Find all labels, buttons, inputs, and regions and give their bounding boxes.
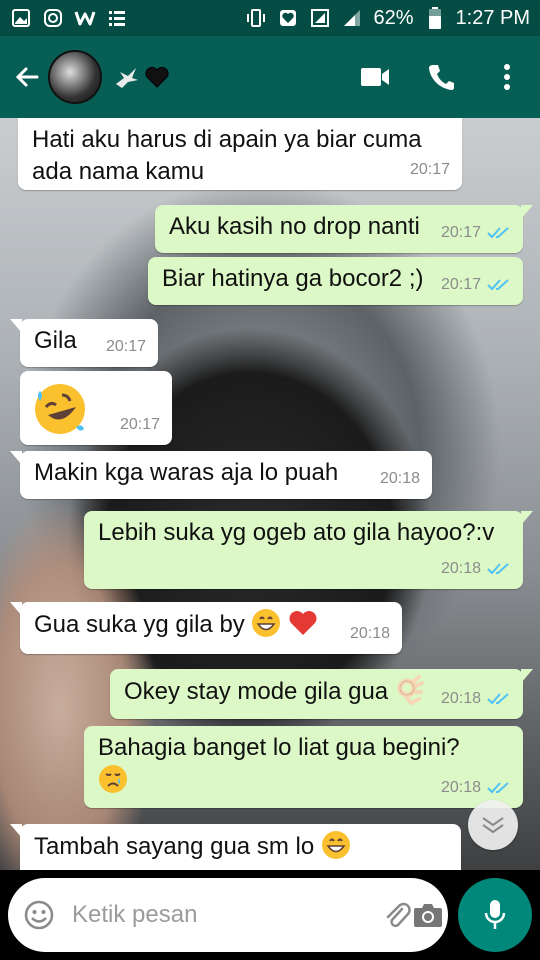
list-icon [106,7,128,29]
heart-shield-icon [277,7,299,29]
double-check-icon [487,563,509,575]
double-check-icon [487,693,509,705]
message-text: Hati aku harus di apain ya biar cuma ada… [32,126,422,185]
voice-call-button[interactable] [408,47,474,107]
image-notification-icon [10,7,32,29]
message-outgoing[interactable]: Okey stay mode gila gua 20:18 [110,669,533,719]
message-incoming[interactable]: Tambah sayang gua sm lo [10,824,461,870]
phone-icon [429,65,454,90]
double-chevron-down-icon [482,817,504,834]
message-outgoing[interactable]: Aku kasih no drop nanti 20:17 [155,205,533,253]
instagram-icon [42,7,64,29]
video-call-button[interactable] [342,47,408,107]
status-bar: 62% 1:27 PM [0,0,540,36]
battery-icon [424,7,446,29]
message-time: 20:18 [440,560,481,577]
scroll-to-bottom-button[interactable] [468,800,518,850]
message-text: Okey stay mode gila gua [124,678,389,705]
more-options-button[interactable] [474,47,540,107]
voice-message-button[interactable] [458,878,532,952]
message-text: Gila [34,327,77,354]
message-input-container [8,878,448,952]
message-composer [0,870,540,960]
grinning-face-emoji [252,609,281,637]
message-time: 20:18 [440,690,481,707]
double-check-icon [487,279,509,291]
camera-icon [414,904,442,927]
message-time: 20:17 [409,161,450,178]
message-time: 20:18 [349,625,390,642]
grinning-face-emoji [321,831,350,859]
message-text: Biar hatinya ga bocor2 ;) [162,265,424,292]
message-time: 20:18 [440,779,481,796]
avatar[interactable] [48,50,102,104]
attach-button[interactable] [382,893,412,937]
message-time: 20:17 [440,224,481,241]
ok-hand-emoji [397,675,424,705]
camera-button[interactable] [412,893,444,937]
message-time: 20:17 [105,338,146,355]
crying-face-emoji [99,765,127,793]
signal-box-icon [309,7,331,29]
bird-icon [114,64,140,90]
rolling-on-floor-laughing-emoji [35,384,85,434]
message-text: Makin kga waras aja lo puah [34,459,339,486]
message-input[interactable] [72,901,382,929]
message-text: Lebih suka yg ogeb ato gila hayoo?:v [98,519,495,546]
microphone-icon [484,900,506,929]
message-incoming[interactable]: Makin kga waras aja lo puah 20:18 [10,451,432,499]
cell-signal-icon [341,7,363,29]
chat-header [0,36,540,118]
battery-percent: 62% [373,6,414,29]
message-incoming[interactable]: Gua suka yg gila by 20:18 [10,602,402,654]
red-heart-emoji [289,611,317,635]
message-time: 20:17 [440,276,481,293]
message-time: 20:17 [119,416,160,433]
message-incoming[interactable]: 20:17 [20,371,172,445]
paperclip-icon [386,902,411,928]
message-outgoing[interactable]: Biar hatinya ga bocor2 ;) 20:17 [148,257,523,305]
black-heart-icon [144,64,170,90]
back-arrow-icon [15,67,39,87]
more-vert-icon [504,64,510,90]
message-incoming[interactable]: Gila 20:17 [10,319,158,367]
message-text: Bahagia banget lo liat gua begini? [98,734,460,761]
message-outgoing[interactable]: Bahagia banget lo liat gua begini? 20:18 [84,726,523,808]
double-check-icon [487,227,509,239]
wattpad-icon [74,7,96,29]
chat-area[interactable]: Hati aku harus di apain ya biar cuma ada… [0,118,540,870]
message-text: Gua suka yg gila by [34,611,245,638]
emoji-button[interactable] [24,893,54,937]
message-text: Aku kasih no drop nanti [169,213,420,240]
message-outgoing[interactable]: Lebih suka yg ogeb ato gila hayoo?:v 20:… [84,511,533,589]
message-time: 20:18 [379,470,420,487]
contact-name[interactable] [114,64,170,90]
message-text: Tambah sayang gua sm lo [34,833,315,860]
double-check-icon [487,782,509,794]
smiley-icon [24,900,54,930]
back-button[interactable] [10,60,44,94]
message-incoming[interactable]: Hati aku harus di apain ya biar cuma ada… [18,118,462,190]
vibrate-icon [245,7,267,29]
video-camera-icon [361,68,389,86]
clock: 1:27 PM [455,6,530,29]
